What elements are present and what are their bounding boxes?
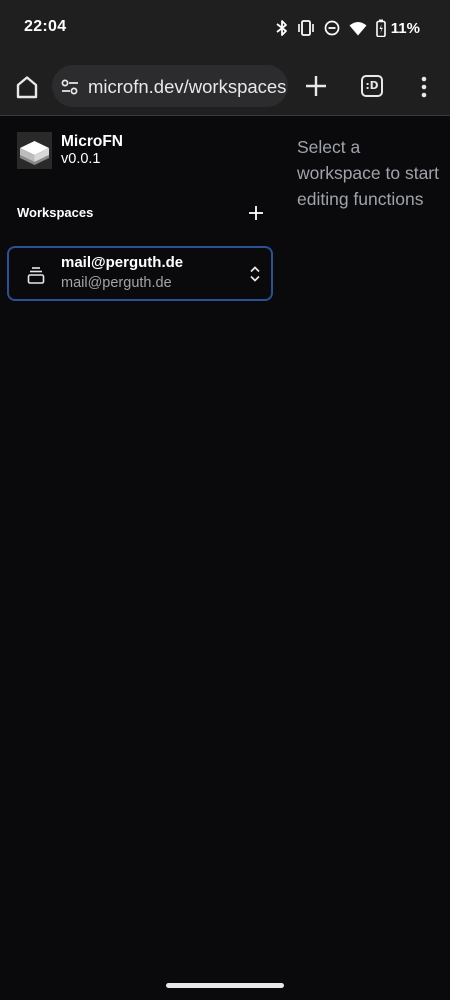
stack-icon: [26, 265, 46, 285]
home-icon[interactable]: [12, 72, 42, 102]
app-name: MicroFN: [61, 133, 123, 150]
more-vert-icon[interactable]: [414, 74, 434, 100]
tabs-icon[interactable]: :D: [361, 75, 383, 97]
add-workspace-icon[interactable]: [246, 203, 266, 223]
app-version: v0.0.1: [61, 151, 101, 167]
address-bar[interactable]: microfn.dev/workspaces: [52, 65, 288, 107]
do-not-disturb-icon: [324, 20, 340, 36]
wifi-icon: [349, 21, 367, 36]
bluetooth-icon: [276, 19, 288, 37]
chevron-up-down-icon: [247, 265, 263, 283]
gesture-bar[interactable]: [166, 983, 284, 988]
status-icons: 11%: [276, 17, 420, 39]
battery-percent: 11%: [390, 19, 420, 37]
vibrate-icon: [297, 20, 315, 36]
plus-icon[interactable]: [303, 73, 329, 99]
workspace-email: mail@perguth.de: [61, 275, 172, 291]
browser-toolbar: microfn.dev/workspaces :D: [0, 56, 450, 116]
workspaces-title: Workspaces: [17, 205, 94, 220]
empty-state-message: Select a workspace to start editing func…: [297, 137, 439, 209]
tune-icon[interactable]: [60, 77, 80, 97]
url-text[interactable]: microfn.dev/workspaces: [88, 76, 286, 98]
workspace-selector[interactable]: mail@perguth.de mail@perguth.de: [7, 246, 273, 301]
workspace-name: mail@perguth.de: [61, 254, 184, 271]
battery-icon: [375, 19, 386, 37]
status-time: 22:04: [24, 18, 67, 35]
app-logo: [17, 132, 52, 169]
status-bar: 22:04 11%: [0, 0, 450, 56]
